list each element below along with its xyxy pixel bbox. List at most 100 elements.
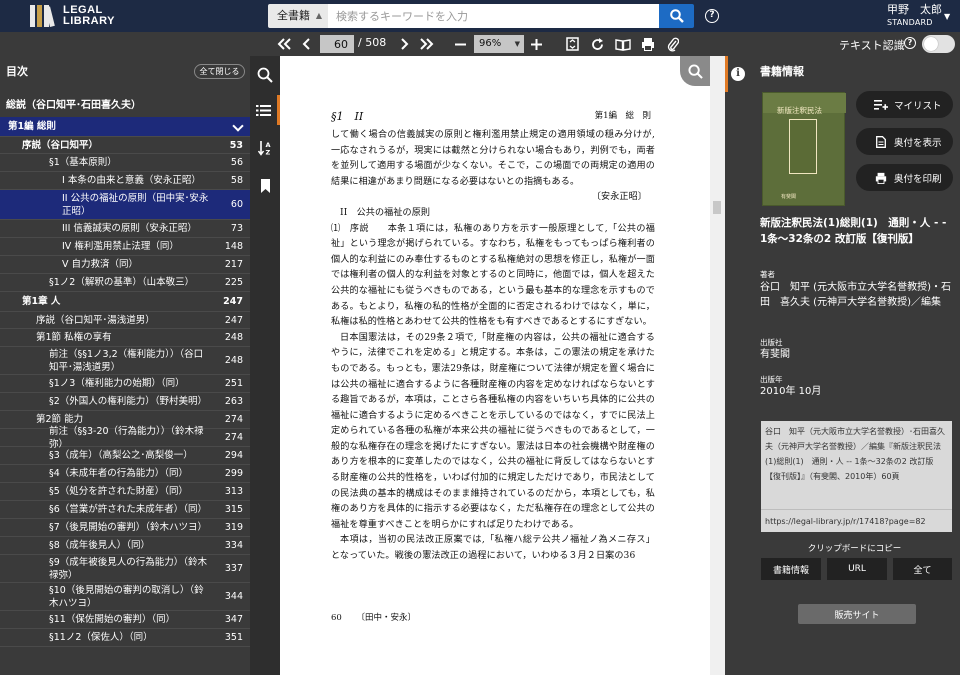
toc-item-page: 247 <box>223 296 243 307</box>
toc-item[interactable]: §2（外国人の権利能力）（野村美明） 263 <box>0 393 250 411</box>
toc-item[interactable]: §11ノ2（保佐人）（同） 351 <box>0 629 250 647</box>
page-header-section: §1 II <box>331 110 364 123</box>
page-number-input[interactable] <box>320 35 354 53</box>
toc-item[interactable]: §7（後見開始の審判）（鈴木ハツヨ） 319 <box>0 519 250 537</box>
search-input[interactable] <box>328 4 659 28</box>
toc-item[interactable]: V 自力救済（同） 217 <box>0 256 250 274</box>
toc-item[interactable]: §1ノ2（解釈の基準）（山本敬三） 225 <box>0 274 250 292</box>
toc-item[interactable]: I 本条の由来と意義（安永正昭） 58 <box>0 172 250 190</box>
toc-item[interactable]: 第1節 私権の享有 248 <box>0 329 250 347</box>
toc-item-label: 序説（谷口知平） <box>22 139 99 151</box>
toc-item[interactable]: §4（未成年者の行為能力）（同） 299 <box>0 465 250 483</box>
toc-list: 第1編 総則 序説（谷口知平） 53 §1（基本原則） 56 I 本条の由来と意… <box>0 117 250 647</box>
toc-title: 目次 <box>6 65 28 78</box>
add-mylist-button[interactable]: マイリスト <box>856 91 953 118</box>
logo-line2: LIBRARY <box>63 15 115 27</box>
document-scrollbar[interactable] <box>710 56 725 675</box>
fit-page-icon[interactable] <box>565 32 580 56</box>
search-icon <box>669 9 684 23</box>
toc-item-page: 148 <box>224 241 243 252</box>
zoom-in-icon[interactable] <box>529 32 543 56</box>
copy-book-info-button[interactable]: 書籍情報 <box>761 558 821 580</box>
rotate-icon[interactable] <box>590 32 605 56</box>
shop-site-button[interactable]: 販売サイト <box>798 604 916 624</box>
toc-item[interactable]: §3（成年）（高梨公之･高梨俊一） 294 <box>0 447 250 465</box>
print-colophon-button[interactable]: 奥付を印刷 <box>856 164 953 191</box>
toc-item[interactable]: 前注（§§1ノ3,2（権利能力））（谷口知平･湯浅道男） 248 <box>0 347 250 375</box>
ocr-label: テキスト認識 <box>839 39 905 52</box>
bookmark-icon[interactable] <box>250 171 280 201</box>
document-viewer[interactable]: §1 II 第1編 総 則 して働く場合の信義誠実の原則と権利濫用禁止規定の適用… <box>280 56 725 675</box>
svg-text:Z: Z <box>265 149 270 157</box>
copy-url-button[interactable]: URL <box>827 558 887 580</box>
publisher-value: 有斐閣 <box>760 349 790 360</box>
search-button[interactable] <box>659 4 694 28</box>
show-colophon-button[interactable]: 奥付を表示 <box>856 128 953 155</box>
toc-item[interactable]: 第1章 人 247 <box>0 292 250 312</box>
toc-item[interactable]: §10（後見開始の審判の取消し）（鈴木ハツヨ） 344 <box>0 583 250 611</box>
toc-item-label: V 自力救済（同） <box>62 259 139 270</box>
toc-item-label: III 信義誠実の原則（安永正昭） <box>62 223 197 234</box>
info-icon[interactable]: i <box>731 67 745 81</box>
toc-item[interactable]: §5（処分を許された財産）（同） 313 <box>0 483 250 501</box>
toc-item[interactable]: 序説（谷口知平） 53 <box>0 137 250 154</box>
last-page-icon[interactable] <box>419 32 435 56</box>
toc-item[interactable]: §1（基本原則） 56 <box>0 154 250 172</box>
paragraph: ⑴ 序説 本条１項には，私権のあり方を示す一般原理として,「公共の福祉」という理… <box>331 223 655 328</box>
show-colophon-label: 奥付を表示 <box>894 137 942 149</box>
caret-up-icon: ▲ <box>315 11 322 20</box>
caret-down-icon: ▼ <box>514 40 520 48</box>
toc-item-label: §11（保佐開始の審判）（同） <box>49 614 176 625</box>
toc-item-page: 251 <box>224 378 243 389</box>
search-bar: 全書籍 ▲ <box>268 4 694 28</box>
print-icon[interactable] <box>640 32 656 56</box>
toc-item-label: 第1編 総則 <box>8 121 56 132</box>
toc-item[interactable]: 序説（谷口知平･湯浅道男） 247 <box>0 312 250 329</box>
search-category-label: 全書籍 <box>277 9 310 22</box>
book-cover: 新版注釈民法 有斐閣 <box>762 92 846 206</box>
toc-item[interactable]: III 信義誠実の原則（安永正昭） 73 <box>0 220 250 238</box>
toc-item-label: §10（後見開始の審判の取消し）（鈴木ハツヨ） <box>49 584 204 609</box>
logo[interactable]: LEGAL LIBRARY <box>30 5 115 27</box>
book-view-icon[interactable] <box>614 32 632 56</box>
toc-item[interactable]: §8（成年後見人）（同） 334 <box>0 537 250 555</box>
toc-item[interactable]: 前注（§§3-20（行為能力））（鈴木禄弥） 274 <box>0 426 250 450</box>
toc-root-item[interactable]: 総説（谷口知平･石田喜久夫） <box>6 96 141 111</box>
toc-list-icon[interactable] <box>250 95 280 125</box>
help-icon[interactable]: ? <box>705 9 719 23</box>
collapse-all-button[interactable]: 全て閉じる <box>194 64 245 79</box>
sort-az-icon[interactable]: AZ <box>250 133 280 163</box>
toc-item-page: 344 <box>224 591 243 602</box>
info-tab-strip: i <box>725 56 749 675</box>
search-category-select[interactable]: 全書籍 ▲ <box>268 4 328 28</box>
search-icon[interactable] <box>250 60 280 90</box>
toc-item[interactable]: §11（保佐開始の審判）（同） 347 <box>0 611 250 629</box>
citation-url: https://legal-library.jp/r/17418?page=82 <box>761 509 952 532</box>
copy-all-button[interactable]: 全て <box>893 558 952 580</box>
toc-item[interactable]: §6（営業が許された未成年者）（同） 315 <box>0 501 250 519</box>
toc-item-label: §6（営業が許された未成年者）（同） <box>49 504 208 515</box>
prev-page-icon[interactable] <box>299 32 313 56</box>
toc-item-page: 263 <box>224 396 243 407</box>
toc-item-page: 334 <box>224 540 243 551</box>
attachment-icon[interactable] <box>665 32 681 56</box>
toc-item-page: 274 <box>224 414 243 425</box>
toggle-knob <box>924 37 938 51</box>
zoom-select[interactable]: 96% ▼ <box>474 35 524 53</box>
toc-item[interactable]: §1ノ3（権利能力の始期）（同） 251 <box>0 375 250 393</box>
next-page-icon[interactable] <box>398 32 412 56</box>
ocr-toggle[interactable] <box>922 35 955 53</box>
first-page-icon[interactable] <box>276 32 292 56</box>
zoom-out-icon[interactable] <box>453 32 467 56</box>
toc-item[interactable]: IV 権利濫用禁止法理（同） 148 <box>0 238 250 256</box>
toc-item-current[interactable]: II 公共の福祉の原則（田中実･安永正昭） 60 <box>0 190 250 220</box>
page-body: して働く場合の信義誠実の原則と権利濫用禁止規定の適用領域の穏み分けが,一応なされ… <box>331 128 655 565</box>
viewer-toolbar: / 508 96% ▼ テキスト認識 ? <box>0 32 960 56</box>
doc-search-icon[interactable] <box>680 56 710 86</box>
caret-down-icon[interactable]: ▼ <box>944 12 950 21</box>
toc-item[interactable]: 第1編 総則 <box>0 117 250 137</box>
user-menu[interactable]: 甲野 太郎 STANDARD <box>887 3 942 28</box>
ocr-help-icon[interactable]: ? <box>904 37 916 49</box>
scrollbar-thumb[interactable] <box>713 201 721 214</box>
toc-item[interactable]: §9（成年被後見人の行為能力）（鈴木禄弥） 337 <box>0 555 250 583</box>
